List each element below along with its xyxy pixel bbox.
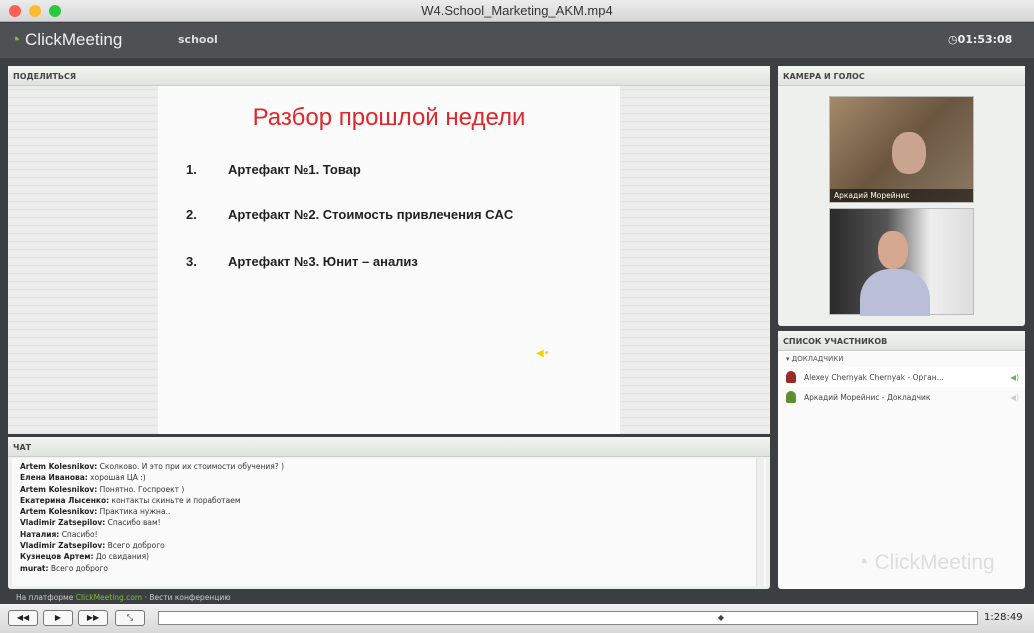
chat-title: ЧАТ (8, 437, 770, 457)
player-controls: ◀◀ ▶ ▶▶ ⤡ ◆ 1:28:49 (0, 604, 1034, 633)
message-author: Artem Kolesnikov: (20, 484, 98, 494)
share-panel: ПОДЕЛИТЬСЯ Разбор прошлой недели 1. Артеф… (8, 66, 770, 434)
message-author: Artem Kolesnikov: (20, 462, 98, 471)
participant-row[interactable]: Alexey Chernyak Chernyak - Орган... ◀) (782, 367, 1025, 387)
video-feed (829, 208, 974, 316)
share-title: ПОДЕЛИТЬСЯ (8, 66, 770, 86)
app-header (0, 23, 1034, 58)
chat-messages: Artem Kolesnikov: Сколково. И это при их… (12, 458, 766, 586)
speaker-off-icon: ◀) (1010, 392, 1019, 402)
room-name: school (178, 33, 218, 46)
minimize-button[interactable] (29, 5, 41, 17)
logo: ◔ ClickMeeting (10, 30, 123, 49)
chat-panel: ЧАТ Artem Kolesnikov: Сколково. И это пр… (8, 437, 770, 589)
chat-message: Artem Kolesnikov: Практика нужна.. (20, 506, 758, 517)
message-text: контакты скиньте и поработаем (109, 495, 241, 505)
fullscreen-button[interactable]: ⤡ (115, 610, 145, 626)
chat-message: Кузнецов Артем: До свидания) (20, 551, 758, 562)
message-text: хорошая ЦА :) (87, 473, 146, 483)
forward-button[interactable]: ▶▶ (78, 610, 108, 626)
slide-item: 3. Артефакт №3. Юнит – анализ (186, 254, 418, 269)
session-clock: ◷01:53:08 (948, 33, 1012, 46)
message-text: Всего доброго (105, 541, 165, 551)
camera-panel: КАМЕРА И ГОЛОС Аркадий Морейнис (778, 66, 1025, 326)
slide-item: 1. Артефакт №1. Товар (186, 162, 361, 177)
message-author: Artem Kolesnikov: (20, 507, 98, 517)
chat-message: Елена Иванова: хорошая ЦА :) (20, 472, 758, 483)
message-author: Наталия: (20, 529, 60, 539)
message-author: Vladimir Zatsepilov: (20, 518, 106, 528)
group-label: ДОКЛАДЧИКИ (791, 355, 844, 363)
message-author: Vladimir Zatsepilov: (20, 541, 106, 551)
window-titlebar: W4.School_Marketing_AKM.mp4 (0, 0, 1034, 22)
slide-title: Разбор прошлой недели (252, 104, 526, 131)
footer: На платформе ClickMeeting.com · Вести ко… (16, 593, 231, 602)
message-text: Всего доброго (48, 563, 108, 573)
clock-icon: ◷ (948, 33, 958, 46)
rewind-button[interactable]: ◀◀ (8, 610, 38, 626)
zoom-button[interactable] (49, 5, 61, 17)
clickmeeting-link[interactable]: ClickMeeting.com (76, 593, 143, 602)
user-icon (786, 371, 796, 383)
speaker-face (878, 231, 908, 269)
user-icon (786, 391, 796, 403)
speaker-shirt (860, 269, 930, 316)
video-label: Аркадий Морейнис (830, 189, 973, 202)
window-title: W4.School_Marketing_AKM.mp4 (421, 3, 613, 18)
message-author: Елена Иванова: (20, 473, 88, 483)
logo-text: ClickMeeting (25, 30, 123, 49)
message-author: Кузнецов Артем: (20, 552, 94, 562)
watermark-logo: ◔ ClickMeeting (856, 551, 995, 574)
speaker-on-icon: ◀) (1010, 372, 1019, 382)
camera-title: КАМЕРА И ГОЛОС (778, 66, 1025, 86)
playback-time: 1:28:49 (984, 612, 1023, 623)
presentation-slide: Разбор прошлой недели 1. Артефакт №1. Тов… (158, 86, 620, 434)
chat-message: Наталия: Спасибо! (20, 529, 758, 540)
chat-message: murat: Всего доброго (20, 563, 758, 574)
chat-message: Екатерина Лысенко: контакты скиньте и по… (20, 495, 758, 506)
message-text: Спасибо вам! (105, 518, 161, 528)
play-button[interactable]: ▶ (43, 610, 73, 626)
participants-title: СПИСОК УЧАСТНИКОВ (778, 331, 1025, 351)
participant-row[interactable]: Аркадий Морейнис - Докладчик ◀) (782, 387, 1025, 407)
group-header[interactable]: ▾ ДОКЛАДЧИКИ (786, 355, 843, 363)
message-author: murat: (20, 563, 49, 573)
message-text: Сколково. И это при их стоимости обучени… (97, 462, 285, 471)
message-text: До свидания) (93, 552, 150, 562)
video-feed: Аркадий Морейнис (829, 96, 974, 203)
slide-item: 2. Артефакт №2. Стоимость привлечения CAC (186, 207, 514, 222)
speaker-face (892, 132, 926, 174)
chat-message: Vladimir Zatsepilov: Всего доброго (20, 540, 758, 551)
close-button[interactable] (9, 5, 21, 17)
pointer-icon: ◀• (536, 348, 550, 359)
message-author: Екатерина Лысенко: (20, 495, 110, 505)
chat-scrollbar[interactable] (756, 458, 764, 586)
chat-message: Vladimir Zatsepilov: Спасибо вам! (20, 517, 758, 528)
seek-handle[interactable]: ◆ (718, 613, 724, 622)
message-text: Понятно. Госпроект ) (97, 484, 185, 494)
participants-panel: СПИСОК УЧАСТНИКОВ ▾ ДОКЛАДЧИКИ Alexey Ch… (778, 331, 1025, 589)
message-text: Практика нужна.. (97, 507, 171, 517)
message-text: Спасибо! (59, 529, 98, 539)
seek-bar[interactable]: ◆ (158, 611, 978, 625)
clock-value: 01:53:08 (957, 33, 1013, 46)
chat-message: Artem Kolesnikov: Сколково. И это при их… (20, 461, 758, 472)
chat-message: Artem Kolesnikov: Понятно. Госпроект ) (20, 484, 758, 495)
